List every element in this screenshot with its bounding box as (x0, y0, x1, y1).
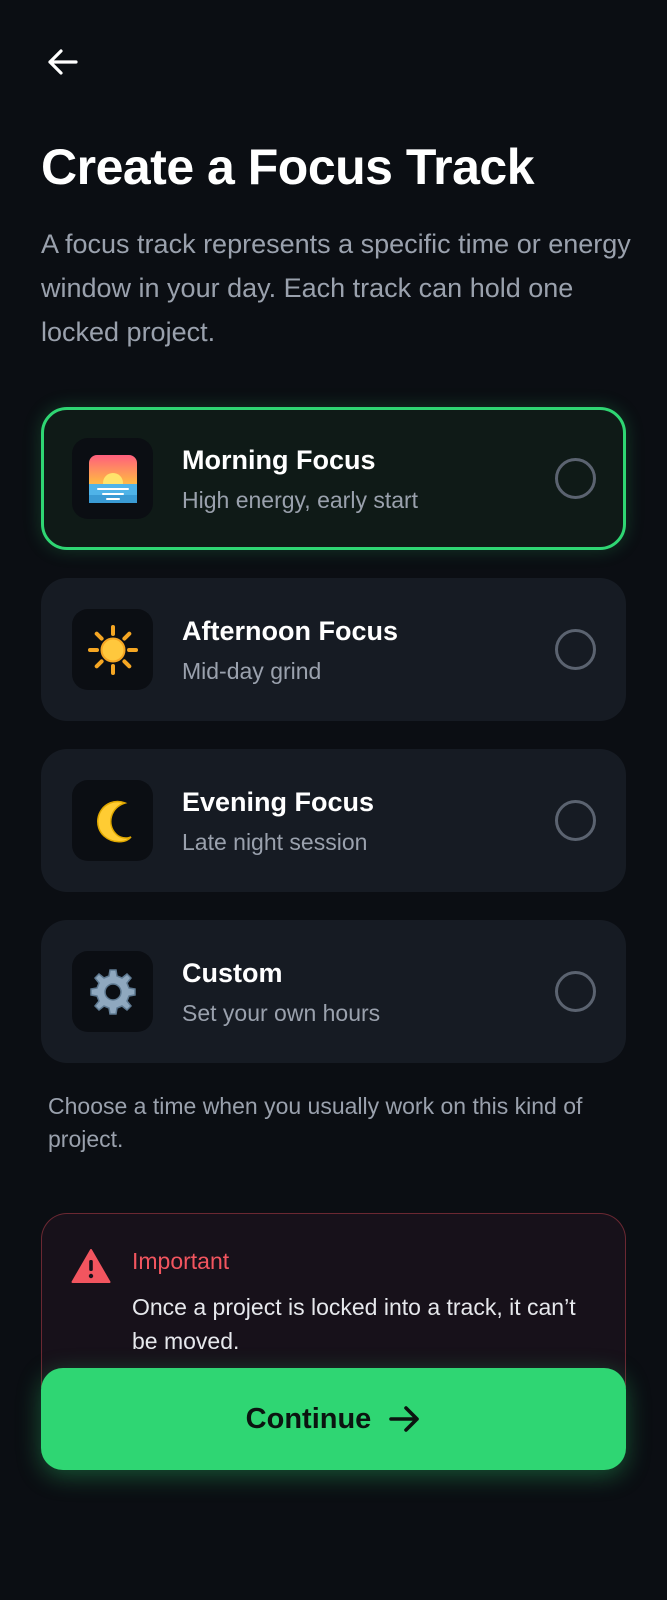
important-alert: Important Once a project is locked into … (41, 1213, 626, 1388)
warning-icon (71, 1249, 111, 1283)
arrow-right-icon (389, 1406, 420, 1432)
track-radio[interactable] (555, 800, 596, 841)
track-name: Evening Focus (182, 787, 375, 817)
track-description: Late night session (182, 829, 368, 855)
track-name: Custom (182, 958, 283, 988)
gear-icon (89, 968, 136, 1015)
track-name: Afternoon Focus (182, 616, 398, 646)
arrow-left-icon (48, 49, 78, 75)
track-icon-box (72, 951, 153, 1032)
continue-button[interactable]: Continue (41, 1368, 626, 1470)
track-radio[interactable] (555, 629, 596, 670)
track-icon-box (72, 438, 153, 519)
track-option-afternoon[interactable]: Afternoon Focus Mid-day grind (41, 578, 626, 721)
sun-icon (87, 624, 138, 675)
track-description: Mid-day grind (182, 658, 322, 684)
continue-label: Continue (245, 1402, 372, 1435)
helper-text: Choose a time when you usually work on t… (48, 1093, 583, 1152)
track-radio[interactable] (555, 971, 596, 1012)
moon-icon (96, 800, 132, 842)
alert-body: Once a project is locked into a track, i… (132, 1294, 576, 1354)
track-icon-box (72, 609, 153, 690)
track-radio[interactable] (555, 458, 596, 499)
page-subtitle: A focus track represents a specific time… (41, 229, 631, 347)
track-name: Morning Focus (182, 445, 376, 475)
back-button[interactable] (42, 44, 82, 80)
alert-title: Important (132, 1248, 230, 1274)
track-description: High energy, early start (182, 487, 419, 513)
track-description: Set your own hours (182, 1000, 381, 1026)
page-title: Create a Focus Track (41, 139, 535, 195)
track-icon-box (72, 780, 153, 861)
track-option-evening[interactable]: Evening Focus Late night session (41, 749, 626, 892)
create-focus-track-screen: Create a Focus Track A focus track repre… (0, 0, 667, 1600)
sunrise-icon (88, 454, 137, 503)
track-option-custom[interactable]: Custom Set your own hours (41, 920, 626, 1063)
track-option-morning[interactable]: Morning Focus High energy, early start (41, 407, 626, 550)
